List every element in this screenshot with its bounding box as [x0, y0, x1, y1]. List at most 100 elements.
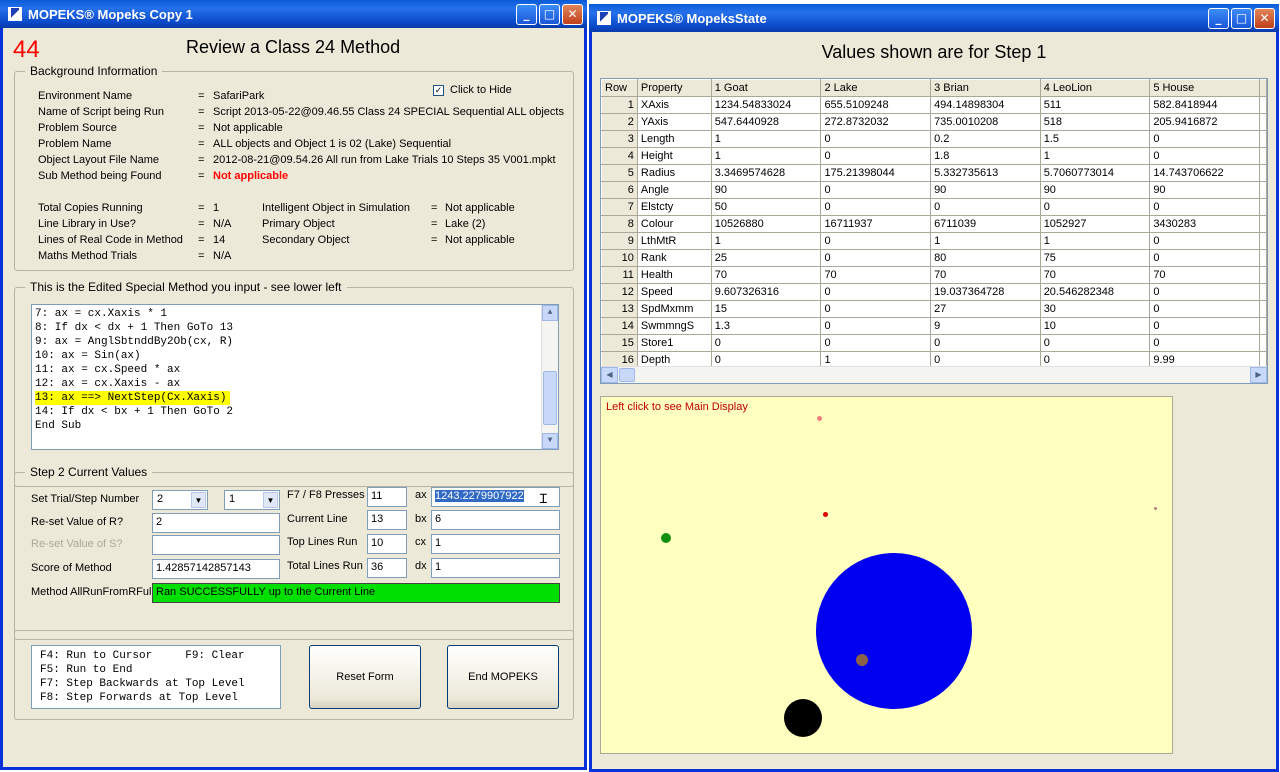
grid-cell[interactable]: 547.6440928 [710, 113, 822, 131]
grid-cell[interactable]: 0 [1149, 147, 1260, 165]
grid-column-header[interactable]: Property [636, 79, 712, 97]
code-line[interactable]: 10: ax = Sin(ax) [32, 349, 540, 363]
grid-cell[interactable]: 70 [1149, 266, 1260, 284]
grid-cell[interactable]: 10 [601, 249, 638, 267]
grid-cell[interactable]: 1 [710, 130, 822, 148]
grid-cell[interactable]: 272.8732032 [820, 113, 932, 131]
trial-select[interactable]: 2 ▼ [152, 490, 208, 510]
scroll-thumb[interactable] [543, 371, 557, 425]
grid-row[interactable]: 10 Rank 25 0 80 75 0 [601, 249, 1267, 267]
grid-cell[interactable]: 70 [710, 266, 822, 284]
grid-cell[interactable]: 3 [601, 130, 638, 148]
code-line[interactable]: 12: ax = cx.Xaxis - ax [32, 377, 540, 391]
reset-r-input[interactable]: 2 [152, 513, 280, 533]
grid-cell[interactable]: 0 [1149, 317, 1260, 335]
grid-cell[interactable]: 12 [601, 283, 638, 301]
code-line[interactable]: 8: If dx < dx + 1 Then GoTo 13 [32, 321, 540, 335]
grid-cell[interactable]: 9.607326316 [710, 283, 822, 301]
grid-cell[interactable]: 175.21398044 [820, 164, 932, 182]
scroll-left-icon[interactable]: ◀ [601, 367, 618, 383]
grid-cell[interactable]: 1.8 [930, 147, 1041, 165]
grid-cell[interactable]: 0 [1149, 300, 1260, 318]
scroll-down-icon[interactable]: ▼ [542, 433, 558, 449]
grid-cell[interactable]: 90 [1149, 181, 1260, 199]
grid-cell[interactable]: 75 [1039, 249, 1151, 267]
grid-cell[interactable]: 1.3 [710, 317, 822, 335]
grid-cell[interactable]: 655.5109248 [820, 96, 932, 114]
grid-cell[interactable]: 0 [1149, 334, 1260, 352]
grid-cell[interactable]: 0 [1149, 283, 1260, 301]
grid-cell[interactable]: 6711039 [930, 215, 1041, 233]
grid-row[interactable]: 14 SwmmngS 1.3 0 9 10 0 [601, 317, 1267, 335]
grid-cell[interactable]: 10 [1039, 317, 1151, 335]
hide-checkbox[interactable]: ✓ Click to Hide [433, 84, 512, 96]
grid-cell[interactable]: 19.037364728 [930, 283, 1041, 301]
grid-cell[interactable]: SwmmngS [636, 317, 712, 335]
grid-row[interactable]: 5 Radius 3.3469574628 175.21398044 5.3327356… [601, 164, 1267, 182]
chevron-down-icon[interactable]: ▼ [191, 492, 206, 508]
grid-cell[interactable]: 0 [820, 198, 932, 216]
horizontal-scrollbar[interactable]: ◀ ▶ [601, 366, 1267, 383]
grid-cell[interactable]: LthMtR [636, 232, 712, 250]
cx-input[interactable]: 1 [431, 534, 560, 554]
grid-cell[interactable]: 15 [710, 300, 822, 318]
grid-cell[interactable]: Colour [636, 215, 712, 233]
grid-cell[interactable]: 14.743706622 [1149, 164, 1260, 182]
grid-cell[interactable]: 1 [710, 232, 822, 250]
grid-cell[interactable]: 0 [820, 130, 932, 148]
grid-cell[interactable]: 90 [710, 181, 822, 199]
grid-column-header[interactable]: 5 House [1149, 79, 1260, 97]
grid-cell[interactable]: 90 [1039, 181, 1151, 199]
grid-cell[interactable]: 7 [601, 198, 638, 216]
grid-cell[interactable]: 30 [1039, 300, 1151, 318]
grid-cell[interactable]: 1 [710, 147, 822, 165]
grid-cell[interactable]: 80 [930, 249, 1041, 267]
grid-row[interactable]: 7 Elstcty 50 0 0 0 0 [601, 198, 1267, 216]
grid-cell[interactable]: 5.332735613 [930, 164, 1041, 182]
grid-cell[interactable]: 4 [601, 147, 638, 165]
grid-cell[interactable]: 15 [601, 334, 638, 352]
grid-cell[interactable]: 9 [930, 317, 1041, 335]
ax-input[interactable]: 1243.2279907922 Ɪ [431, 487, 560, 507]
grid-cell[interactable]: 27 [930, 300, 1041, 318]
code-line[interactable]: 9: ax = AnglSbtnddBy2Ob(cx, R) [32, 335, 540, 349]
grid-cell[interactable]: 20.546282348 [1039, 283, 1151, 301]
grid-row[interactable]: 3 Length 1 0 0.2 1.5 0 [601, 130, 1267, 148]
grid-cell[interactable]: YAxis [636, 113, 712, 131]
state-grid[interactable]: Row Property 1 Goat 2 Lake 3 Brian 4 LeoLion 5… [600, 78, 1268, 384]
grid-cell[interactable]: 3430283 [1149, 215, 1260, 233]
grid-cell[interactable]: 0 [820, 249, 932, 267]
grid-cell[interactable]: Length [636, 130, 712, 148]
close-button[interactable]: ✕ [1254, 8, 1275, 29]
grid-row[interactable]: 13 SpdMxmm 15 0 27 30 0 [601, 300, 1267, 318]
grid-cell[interactable]: 0 [820, 147, 932, 165]
step-select[interactable]: 1 ▼ [224, 490, 280, 510]
maximize-button[interactable]: □ [1231, 8, 1252, 29]
code-line[interactable]: 13: ax ==> NextStep(Cx.Xaxis) [32, 391, 540, 405]
left-titlebar[interactable]: MOPEKS® Mopeks Copy 1 _ □ ✕ [0, 0, 587, 28]
dx-input[interactable]: 1 [431, 558, 560, 578]
reset-s-input[interactable] [152, 535, 280, 555]
grid-cell[interactable]: 70 [820, 266, 932, 284]
grid-cell[interactable]: 1052927 [1039, 215, 1151, 233]
grid-row[interactable]: 15 Store1 0 0 0 0 0 [601, 334, 1267, 352]
grid-cell[interactable]: 16711937 [820, 215, 932, 233]
grid-column-header[interactable]: 4 LeoLion [1039, 79, 1151, 97]
grid-cell[interactable]: 50 [710, 198, 822, 216]
grid-cell[interactable]: 90 [930, 181, 1041, 199]
grid-cell[interactable]: Angle [636, 181, 712, 199]
code-editor[interactable]: 7: ax = cx.Xaxis * 1 8: If dx < dx + 1 Th… [31, 304, 559, 450]
grid-cell[interactable]: Rank [636, 249, 712, 267]
bx-input[interactable]: 6 [431, 510, 560, 530]
grid-row[interactable]: 9 LthMtR 1 0 1 1 0 [601, 232, 1267, 250]
maximize-button[interactable]: □ [539, 4, 560, 25]
grid-cell[interactable]: 9 [601, 232, 638, 250]
chevron-down-icon[interactable]: ▼ [263, 492, 278, 508]
grid-cell[interactable]: 0 [820, 232, 932, 250]
grid-column-header[interactable]: Row [601, 79, 638, 97]
grid-cell[interactable]: Radius [636, 164, 712, 182]
grid-cell[interactable]: XAxis [636, 96, 712, 114]
grid-cell[interactable]: 0 [930, 334, 1041, 352]
grid-cell[interactable]: 0 [820, 317, 932, 335]
grid-column-header[interactable]: 1 Goat [710, 79, 822, 97]
